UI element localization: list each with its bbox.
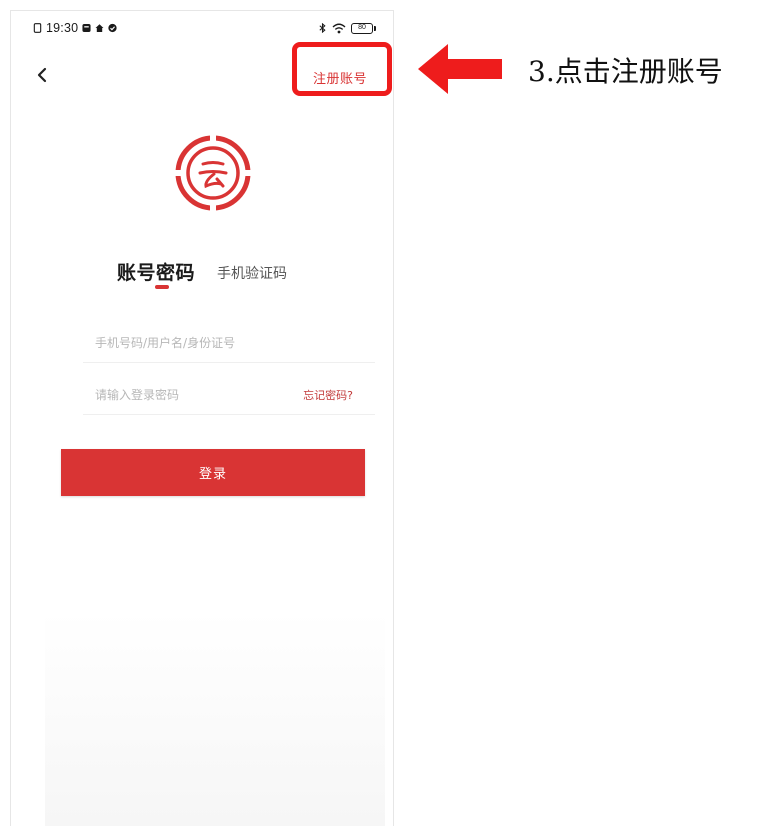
login-button[interactable]: 登录 xyxy=(61,449,365,496)
tab-sms-code[interactable]: 手机验证码 xyxy=(217,263,287,283)
login-mode-tabs: 账号密码 手机验证码 xyxy=(117,249,287,289)
check-icon xyxy=(108,23,117,33)
left-arrow-icon xyxy=(418,44,502,94)
wifi-icon xyxy=(332,23,346,33)
status-time: 19:30 xyxy=(46,21,79,35)
instruction-text: 3.点击注册账号 xyxy=(528,55,723,88)
register-highlight-box xyxy=(292,42,392,96)
active-tab-indicator xyxy=(155,285,169,289)
status-bar: 19:30 80 xyxy=(11,11,393,45)
sim-icon xyxy=(33,23,42,33)
app-logo-icon xyxy=(175,135,251,211)
account-field xyxy=(83,323,375,363)
back-arrow-icon xyxy=(37,67,47,83)
home-icon xyxy=(95,24,104,32)
password-field: 忘记密码? xyxy=(83,375,375,415)
account-input[interactable] xyxy=(83,335,375,350)
forgot-password-link[interactable]: 忘记密码? xyxy=(303,387,353,403)
notification-icon xyxy=(82,23,91,33)
phone-screen: 19:30 80 注册账号 账号密码 手机验证码 手机号码/用户名/身份证号 忘… xyxy=(10,10,394,826)
tab-account-password-label: 账号密码 xyxy=(117,262,196,284)
status-left: 19:30 xyxy=(33,21,117,35)
status-right: 80 xyxy=(318,22,376,34)
back-button[interactable] xyxy=(31,63,53,87)
tab-account-password[interactable]: 账号密码 xyxy=(117,258,196,289)
background-shade xyxy=(45,611,385,826)
battery-icon: 80 xyxy=(351,22,376,34)
bluetooth-icon xyxy=(319,23,326,33)
